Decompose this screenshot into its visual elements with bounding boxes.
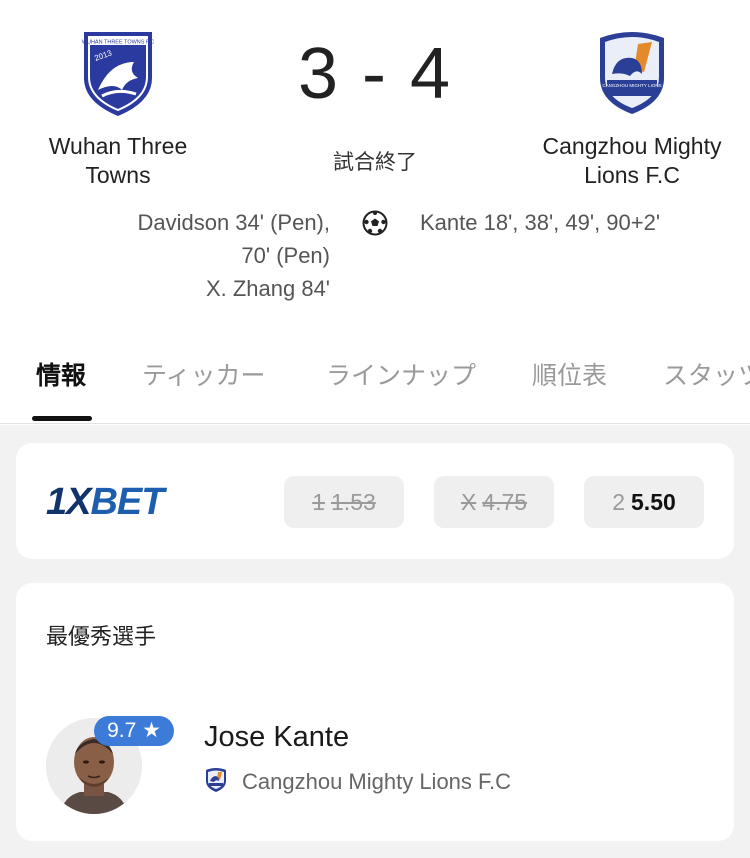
info-content: 1XBET 1 1.53 X 4.75 2 5.50 最優秀選手 9.7 ★ J…	[0, 425, 750, 858]
bookmaker-logo[interactable]: 1XBET	[46, 483, 164, 521]
player-of-the-match-card[interactable]: 最優秀選手 9.7 ★ Jose Kante Cangzhou Mighty L…	[16, 583, 734, 841]
home-scorer-line: X. Zhang 84'	[205, 276, 330, 301]
away-scorer-line: Kante 18', 38', 49', 90+2'	[420, 210, 661, 235]
match-status: 試合終了	[333, 151, 417, 174]
player-team-name: Cangzhou Mighty Lions F.C	[242, 769, 512, 794]
active-tab-indicator	[32, 416, 92, 421]
tab-standings[interactable]: 順位表	[532, 356, 607, 392]
odds-home-win-button[interactable]: 1 1.53	[284, 476, 404, 528]
match-header: WUHAN THREE TOWNS F.C 2013 Wuhan Three T…	[0, 0, 750, 330]
home-team-crest-icon: WUHAN THREE TOWNS F.C 2013	[82, 32, 154, 116]
player-team-crest-icon	[206, 768, 226, 792]
player-name[interactable]: Jose Kante	[204, 721, 349, 754]
odds-card: 1XBET 1 1.53 X 4.75 2 5.50	[16, 443, 734, 559]
tab-info[interactable]: 情報	[36, 356, 86, 392]
svg-text:CANGZHOU MIGHTY LIONS: CANGZHOU MIGHTY LIONS	[602, 83, 661, 88]
odds-away-win-button[interactable]: 2 5.50	[584, 476, 704, 528]
tab-stats[interactable]: スタッツ	[663, 356, 750, 392]
away-team-crest-icon: CANGZHOU MIGHTY LIONS	[600, 32, 664, 114]
away-scorers: Kante 18', 38', 49', 90+2'	[420, 206, 740, 239]
match-tabs: 情報 ティッカー ラインナップ 順位表 スタッツ	[0, 330, 750, 424]
home-team-name: Wuhan Three Towns	[48, 133, 188, 188]
player-of-the-match-title: 最優秀選手	[46, 624, 157, 649]
svg-text:WUHAN THREE TOWNS F.C: WUHAN THREE TOWNS F.C	[82, 40, 154, 46]
tab-ticker[interactable]: ティッカー	[142, 356, 266, 392]
home-scorer-line: Davidson 34' (Pen),	[137, 210, 330, 235]
home-scorers: Davidson 34' (Pen), 70' (Pen) X. Zhang 8…	[30, 206, 330, 305]
player-rating-badge: 9.7 ★	[94, 716, 174, 746]
home-team[interactable]: WUHAN THREE TOWNS F.C 2013 Wuhan Three T…	[18, 28, 218, 190]
odds-draw-button[interactable]: X 4.75	[434, 476, 554, 528]
home-scorer-line: 70' (Pen)	[241, 243, 330, 268]
soccer-ball-icon	[362, 210, 388, 236]
final-score: 3 - 4	[297, 34, 453, 114]
away-team-name: Cangzhou Mighty Lions F.C	[542, 133, 722, 188]
away-team[interactable]: CANGZHOU MIGHTY LIONS Cangzhou Mighty Li…	[532, 28, 732, 190]
tab-lineups[interactable]: ラインナップ	[326, 356, 476, 392]
